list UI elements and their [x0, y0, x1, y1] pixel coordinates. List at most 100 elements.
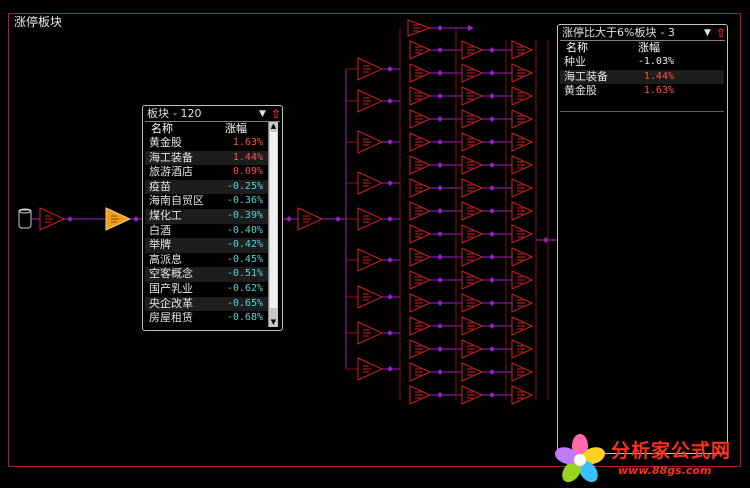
table-row[interactable]: 海工装备 1.44% [560, 69, 724, 85]
node-glyph[interactable] [517, 92, 525, 100]
column-change[interactable]: 涨幅 [225, 122, 247, 135]
node-glyph[interactable] [467, 115, 475, 123]
table-row[interactable]: 白酒 -0.40% [145, 224, 269, 239]
result-panel[interactable]: 涨停比大于6%板块 - 3 ▼ ⇧ 名称 涨幅 种业 -1.03% 海工装备 1.44%… [557, 24, 728, 454]
node-glyph[interactable] [517, 368, 525, 376]
node-glyph[interactable] [363, 365, 371, 373]
table-row[interactable]: 海工装备 1.44% [145, 150, 269, 166]
table-row[interactable]: 黄金股 1.63% [145, 136, 269, 151]
scroll-thumb[interactable] [270, 132, 277, 308]
node-glyph[interactable] [415, 276, 423, 284]
node-glyph[interactable] [415, 368, 423, 376]
connector-dot [387, 139, 393, 145]
node-glyph[interactable] [517, 230, 525, 238]
node-glyph[interactable] [467, 345, 475, 353]
node-glyph[interactable] [517, 391, 525, 399]
node-glyph[interactable] [517, 299, 525, 307]
node-glyph[interactable] [415, 161, 423, 169]
connector-dot [489, 93, 495, 99]
node-glyph[interactable] [467, 184, 475, 192]
node-glyph[interactable] [363, 215, 371, 223]
node-glyph[interactable] [517, 138, 525, 146]
node-glyph[interactable] [415, 69, 423, 77]
node-glyph[interactable] [415, 92, 423, 100]
node-glyph[interactable] [467, 253, 475, 261]
node-glyph[interactable] [517, 161, 525, 169]
connector-dot [489, 162, 495, 168]
column-name[interactable]: 名称 [566, 41, 588, 54]
node-glyph[interactable] [363, 65, 371, 73]
node-glyph[interactable] [415, 322, 423, 330]
table-row[interactable]: 种业 -1.03% [560, 55, 724, 70]
node-glyph[interactable] [467, 92, 475, 100]
table-row[interactable]: 旅游酒店 0.09% [145, 165, 269, 180]
row-change: -0.45% [226, 253, 263, 265]
node-glyph[interactable] [517, 69, 525, 77]
table-row[interactable]: 房屋租赁 -0.68% [145, 311, 269, 326]
table-row[interactable]: 煤化工 -0.39% [145, 208, 269, 224]
table-row[interactable]: 黄金股 1.63% [560, 84, 724, 99]
node-glyph[interactable] [517, 115, 525, 123]
chevron-down-icon[interactable]: ▼ [704, 26, 711, 40]
node-glyph[interactable] [415, 46, 423, 54]
node-glyph[interactable] [415, 391, 423, 399]
node-glyph[interactable] [363, 179, 371, 187]
node-glyph[interactable] [415, 184, 423, 192]
connector-dot [489, 139, 495, 145]
node-glyph[interactable] [467, 322, 475, 330]
node-glyph[interactable] [467, 299, 475, 307]
arrow-up-icon[interactable]: ⇧ [271, 107, 281, 121]
node-glyph[interactable] [467, 276, 475, 284]
node-glyph[interactable] [467, 391, 475, 399]
column-change[interactable]: 涨幅 [638, 41, 660, 54]
node-glyph[interactable] [415, 299, 423, 307]
scrollbar[interactable]: ▲ ▼ [268, 122, 278, 327]
node-glyph[interactable] [415, 345, 423, 353]
table-row[interactable]: 国产乳业 -0.62% [145, 282, 269, 297]
node-glyph[interactable] [363, 256, 371, 264]
node-glyph[interactable] [517, 276, 525, 284]
node-glyph[interactable] [517, 322, 525, 330]
node-glyph[interactable] [415, 138, 423, 146]
connector-dot [387, 257, 393, 263]
arrow-up-icon[interactable]: ⇧ [716, 26, 726, 40]
table-row[interactable]: 海南自贸区 -0.36% [145, 194, 269, 209]
chevron-down-icon[interactable]: ▼ [259, 107, 266, 121]
node-glyph[interactable] [467, 368, 475, 376]
node-glyph[interactable] [517, 253, 525, 261]
node-glyph[interactable] [517, 46, 525, 54]
node-glyph[interactable] [467, 69, 475, 77]
table-row[interactable]: 疫苗 -0.25% [145, 179, 269, 195]
node-glyph[interactable] [363, 138, 371, 146]
node-glyph[interactable] [467, 207, 475, 215]
table-row[interactable]: 高派息 -0.45% [145, 253, 269, 268]
scroll-up-icon[interactable]: ▲ [269, 122, 278, 131]
connector-dot [437, 139, 443, 145]
scroll-down-icon[interactable]: ▼ [269, 318, 278, 327]
node-glyph[interactable] [517, 345, 525, 353]
node-glyph[interactable] [413, 24, 421, 32]
node-glyph[interactable] [467, 138, 475, 146]
node-glyph[interactable] [45, 215, 53, 223]
column-name[interactable]: 名称 [151, 122, 173, 135]
node-glyph[interactable] [415, 253, 423, 261]
node-glyph[interactable] [517, 207, 525, 215]
node-glyph[interactable] [363, 97, 371, 105]
connector-dot [489, 116, 495, 122]
node-glyph[interactable] [363, 293, 371, 301]
table-row[interactable]: 举牌 -0.42% [145, 238, 269, 253]
node-glyph[interactable] [467, 230, 475, 238]
node-glyph[interactable] [363, 329, 371, 337]
node-glyph[interactable] [517, 184, 525, 192]
node-glyph[interactable] [415, 115, 423, 123]
table-row[interactable]: 央企改革 -0.65% [145, 296, 269, 312]
table-row[interactable]: 空客概念 -0.51% [145, 267, 269, 282]
node-glyph[interactable] [303, 215, 311, 223]
node-glyph[interactable] [467, 46, 475, 54]
node-glyph[interactable] [415, 207, 423, 215]
connector-dot [437, 392, 443, 398]
connector-dot [489, 346, 495, 352]
node-glyph[interactable] [415, 230, 423, 238]
node-glyph[interactable] [467, 161, 475, 169]
sector-list-panel[interactable]: 板块 - 120 ▼ ⇧ 名称 涨幅 黄金股 1.63% 海工装备 1.44% 旅游酒店 0… [142, 105, 283, 331]
